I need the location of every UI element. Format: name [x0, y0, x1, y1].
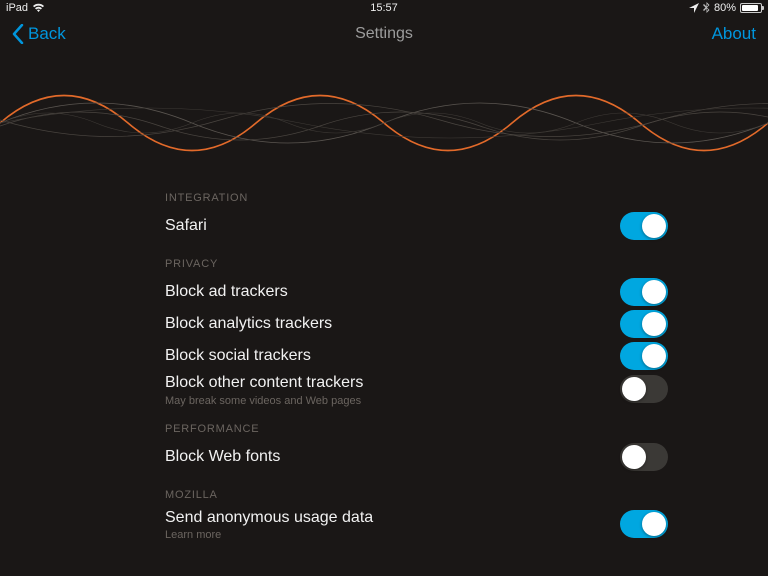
device-label: iPad	[6, 2, 28, 14]
setting-label: Safari	[165, 215, 207, 237]
setting-label: Block Web fonts	[165, 446, 280, 468]
about-button[interactable]: About	[712, 24, 756, 44]
wave-decoration	[0, 48, 768, 198]
setting-block-analytics: Block analytics trackers	[165, 308, 668, 340]
section-header-privacy: PRIVACY	[165, 258, 668, 270]
setting-label: Send anonymous usage data	[165, 507, 373, 529]
status-time: 15:57	[370, 2, 398, 14]
status-bar: iPad 15:57 80%	[0, 0, 768, 16]
section-header-performance: PERFORMANCE	[165, 423, 668, 435]
page-title: Settings	[355, 25, 413, 43]
toggle-block-other[interactable]	[620, 375, 668, 403]
setting-block-other: Block other content trackers May break s…	[165, 372, 668, 407]
setting-label: Block ad trackers	[165, 281, 288, 303]
nav-bar: Back Settings About	[0, 16, 768, 52]
bluetooth-icon	[703, 2, 710, 14]
setting-safari: Safari	[165, 210, 668, 242]
toggle-block-fonts[interactable]	[620, 443, 668, 471]
setting-send-data: Send anonymous usage data Learn more	[165, 507, 668, 542]
toggle-block-social[interactable]	[620, 342, 668, 370]
wifi-icon	[32, 3, 45, 13]
toggle-block-analytics[interactable]	[620, 310, 668, 338]
setting-block-ad: Block ad trackers	[165, 276, 668, 308]
learn-more-link[interactable]: Learn more	[165, 529, 373, 541]
battery-percent: 80%	[714, 2, 736, 14]
toggle-safari[interactable]	[620, 212, 668, 240]
battery-icon	[740, 3, 762, 13]
setting-label: Block social trackers	[165, 345, 311, 367]
setting-sublabel: May break some videos and Web pages	[165, 395, 363, 407]
setting-block-social: Block social trackers	[165, 340, 668, 372]
back-button[interactable]: Back	[12, 24, 66, 44]
setting-label: Block other content trackers	[165, 372, 363, 394]
back-label: Back	[28, 24, 66, 44]
toggle-send-data[interactable]	[620, 510, 668, 538]
toggle-block-ad[interactable]	[620, 278, 668, 306]
setting-label: Block analytics trackers	[165, 313, 332, 335]
settings-list: INTEGRATION Safari PRIVACY Block ad trac…	[0, 192, 768, 541]
location-icon	[689, 3, 699, 13]
setting-block-fonts: Block Web fonts	[165, 441, 668, 473]
section-header-mozilla: MOZILLA	[165, 489, 668, 501]
